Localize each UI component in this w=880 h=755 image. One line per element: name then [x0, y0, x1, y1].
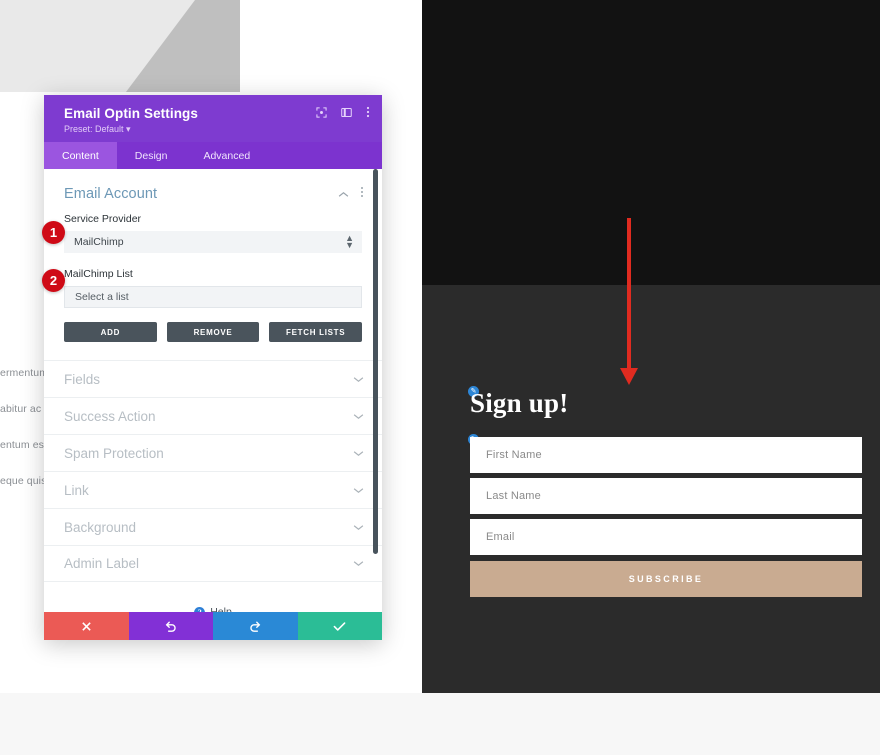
list-action-buttons: ADD REMOVE FETCH LISTS: [64, 322, 363, 342]
layout-view-icon[interactable]: [341, 107, 352, 118]
signup-heading: Sign up!: [470, 388, 569, 418]
preset-selector[interactable]: Preset: Default ▾: [64, 124, 368, 135]
modal-tabs: Content Design Advanced: [44, 142, 382, 169]
chevron-down-icon: [353, 413, 364, 420]
accordion-label: Link: [64, 482, 89, 498]
cancel-button[interactable]: [44, 612, 129, 640]
chevron-up-icon[interactable]: [338, 185, 349, 203]
service-provider-select[interactable]: MailChimp ▲ ▼: [64, 231, 362, 253]
accordion-success-action[interactable]: Success Action: [44, 397, 382, 434]
email-optin-settings-modal: Email Optin Settings Preset: Default ▾ C…: [44, 95, 382, 640]
modal-footer: [44, 612, 382, 640]
annotation-badge-2: 2: [42, 269, 65, 292]
accordion-spam-protection[interactable]: Spam Protection: [44, 434, 382, 471]
accordion-label: Fields: [64, 371, 101, 387]
chevron-down-icon: [353, 487, 364, 494]
modal-content-area: Email Account Service Provider MailChimp…: [44, 169, 382, 612]
accordion-label: Success Action: [64, 408, 156, 424]
accordion-link[interactable]: Link: [44, 471, 382, 508]
accordion-label: Background: [64, 519, 137, 535]
annotation-arrow-line: [627, 218, 631, 370]
email-account-section-header[interactable]: Email Account: [44, 169, 382, 213]
tab-design[interactable]: Design: [117, 142, 186, 169]
chevron-down-icon: [353, 376, 364, 383]
chevron-down-icon: [353, 450, 364, 457]
tab-advanced[interactable]: Advanced: [185, 142, 268, 169]
last-name-input[interactable]: Last Name: [470, 478, 862, 514]
mailchimp-list-label: MailChimp List: [64, 268, 133, 280]
remove-button[interactable]: REMOVE: [166, 322, 260, 342]
chevron-down-icon: [353, 560, 364, 567]
annotation-badge-1: 1: [42, 221, 65, 244]
tab-content[interactable]: Content: [44, 142, 117, 169]
more-options-icon[interactable]: [366, 106, 370, 118]
accordion-fields[interactable]: Fields: [44, 360, 382, 397]
fullscreen-icon[interactable]: [316, 106, 327, 118]
settings-accordion: Fields Success Action Spam Protection Li…: [44, 360, 382, 582]
add-button[interactable]: ADD: [64, 322, 157, 342]
service-provider-label: Service Provider: [64, 213, 142, 225]
service-provider-value: MailChimp: [74, 236, 124, 248]
redo-button[interactable]: [213, 612, 298, 640]
annotation-arrow-head: [620, 368, 638, 385]
preview-dark-upper: [422, 0, 880, 285]
mailchimp-list-field[interactable]: Select a list: [64, 286, 362, 308]
help-label: Help: [210, 606, 232, 612]
first-name-input[interactable]: First Name: [470, 437, 862, 473]
help-link[interactable]: ? Help: [44, 606, 382, 612]
question-mark-icon: ?: [194, 606, 206, 612]
accordion-background[interactable]: Background: [44, 508, 382, 545]
select-spinner-icon: ▲ ▼: [345, 232, 354, 250]
content-scrollbar[interactable]: [373, 169, 378, 554]
modal-header: Email Optin Settings Preset: Default ▾: [44, 95, 382, 142]
modal-header-icons: [316, 106, 370, 118]
accordion-label: Admin Label: [64, 556, 140, 571]
undo-button[interactable]: [128, 612, 213, 640]
subscribe-button[interactable]: SUBSCRIBE: [470, 561, 862, 597]
email-input[interactable]: Email: [470, 519, 862, 555]
accordion-label: Spam Protection: [64, 445, 164, 461]
screenshot-root: ermentum abitur ac s entum est eque quis…: [0, 0, 880, 755]
hero-triangle-graphic: [0, 0, 240, 92]
section-title: Email Account: [64, 186, 158, 202]
accordion-admin-label[interactable]: Admin Label: [44, 545, 382, 582]
fetch-lists-button[interactable]: FETCH LISTS: [269, 322, 363, 342]
more-options-icon[interactable]: [360, 185, 364, 203]
save-button[interactable]: [297, 612, 382, 640]
preset-label: Preset: Default: [64, 124, 124, 134]
chevron-down-icon: [353, 524, 364, 531]
